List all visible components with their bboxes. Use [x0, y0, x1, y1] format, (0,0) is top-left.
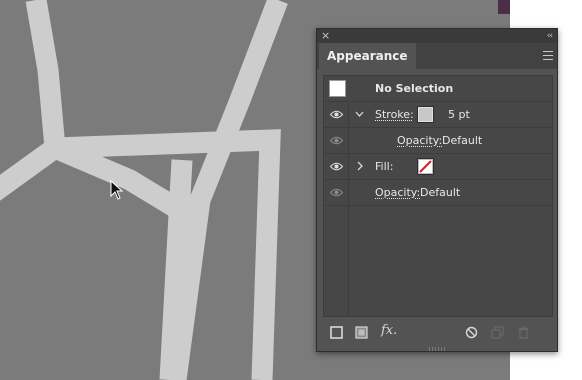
stroke-label[interactable]: Stroke:	[375, 102, 414, 127]
fill-color-swatch[interactable]	[417, 158, 434, 175]
visibility-eye-icon[interactable]	[330, 162, 343, 171]
duplicate-item-icon[interactable]	[491, 326, 504, 339]
visibility-eye-icon[interactable]	[330, 136, 343, 145]
chevron-right-icon[interactable]	[355, 160, 364, 172]
appearance-attribute-list: No Selection Stroke: 5 pt Opacity: Defau…	[323, 75, 553, 317]
artwork-path-inner	[159, 159, 193, 380]
collapse-icon[interactable]: ‹‹	[547, 29, 553, 43]
opacity-value: Default	[420, 186, 461, 199]
selection-label: No Selection	[375, 82, 454, 95]
delete-item-icon[interactable]	[517, 326, 530, 339]
fill-none-slash-icon	[419, 160, 432, 173]
chevron-down-icon[interactable]	[355, 108, 364, 120]
opacity-row[interactable]: Opacity: Default	[324, 180, 552, 206]
stroke-color-swatch[interactable]	[417, 106, 434, 123]
selection-thumbnail	[329, 80, 346, 97]
visibility-eye-icon[interactable]	[330, 188, 343, 197]
panel-bottom-toolbar: fx.	[317, 321, 557, 345]
close-icon[interactable]: ×	[321, 29, 330, 43]
add-new-stroke-icon[interactable]	[330, 326, 343, 339]
fill-label: Fill:	[375, 160, 394, 173]
stroke-row[interactable]: Stroke: 5 pt	[324, 102, 552, 128]
opacity-label[interactable]: Opacity:	[375, 180, 420, 205]
pasteboard-edge	[498, 0, 510, 14]
panel-menu-icon[interactable]	[543, 51, 553, 60]
stroke-opacity-row[interactable]: Opacity: Default	[324, 128, 552, 154]
visibility-eye-icon[interactable]	[330, 110, 343, 119]
appearance-panel: × ‹‹ Appearance No Selection Stroke: 5 p…	[316, 28, 558, 352]
panel-tab-row: Appearance	[317, 43, 557, 69]
stroke-weight-value[interactable]: 5 pt	[448, 102, 470, 127]
panel-title-bar[interactable]: × ‹‹	[317, 29, 557, 43]
artwork-path-left	[0, 0, 66, 201]
add-new-effect-icon[interactable]: fx.	[381, 323, 397, 338]
fill-row[interactable]: Fill:	[324, 154, 552, 180]
clear-appearance-icon[interactable]	[465, 326, 478, 339]
panel-resize-grip[interactable]	[429, 347, 445, 351]
stroke-opacity-label[interactable]: Opacity:	[397, 128, 442, 153]
tab-appearance[interactable]: Appearance	[319, 43, 416, 69]
stroke-opacity-value: Default	[442, 134, 483, 147]
add-new-fill-icon[interactable]	[355, 326, 368, 339]
selection-row[interactable]: No Selection	[324, 76, 552, 102]
